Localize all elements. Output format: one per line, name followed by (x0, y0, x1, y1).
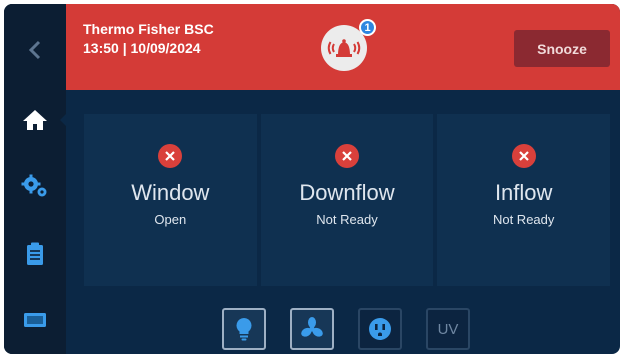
power-outlet-icon (369, 318, 391, 340)
settings-gears-icon (21, 174, 47, 197)
error-x-icon (158, 144, 183, 168)
sidebar-item-display[interactable] (4, 296, 66, 344)
error-x-icon (511, 144, 536, 168)
fan-toggle-button[interactable] (290, 308, 334, 350)
snooze-button[interactable]: Snooze (514, 30, 610, 67)
device-title: Thermo Fisher BSC (83, 21, 214, 37)
error-x-icon (335, 144, 359, 168)
status-panel: Window Open Downflow Not Ready Inflow No… (84, 114, 611, 286)
card-title: Window (131, 180, 210, 205)
downflow-status-card[interactable]: Downflow Not Ready (260, 114, 434, 286)
card-status: Not Ready (316, 212, 378, 227)
display-icon (24, 313, 46, 327)
fan-icon (301, 317, 323, 337)
outlet-toggle-button[interactable] (358, 308, 402, 350)
window-status-card[interactable]: Window Open (84, 114, 257, 286)
sidebar (4, 4, 67, 354)
back-chevron-icon (28, 40, 41, 60)
inflow-status-card[interactable]: Inflow Not Ready (437, 114, 611, 286)
date-time: 13:50 | 10/09/2024 (83, 40, 201, 56)
alarm-count-badge: 1 (359, 19, 376, 36)
light-toggle-button[interactable] (222, 308, 266, 350)
card-status: Not Ready (492, 212, 555, 227)
card-status: Open (154, 212, 187, 227)
card-title: Inflow (494, 180, 553, 205)
card-title: Downflow (299, 180, 395, 205)
back-button[interactable] (4, 26, 66, 74)
sidebar-item-home[interactable] (4, 96, 67, 144)
lightbulb-icon (236, 318, 252, 341)
sidebar-item-log[interactable] (4, 230, 66, 278)
screen: Thermo Fisher BSC 13:50 | 10/09/2024 1 S… (4, 4, 620, 354)
sidebar-item-settings[interactable] (4, 162, 66, 210)
alarm-header: Thermo Fisher BSC 13:50 | 10/09/2024 1 S… (66, 4, 620, 90)
clipboard-icon (27, 242, 43, 265)
bell-alarm-icon (327, 39, 361, 57)
home-icon (23, 110, 47, 130)
uv-toggle-button[interactable]: UV (426, 308, 470, 350)
